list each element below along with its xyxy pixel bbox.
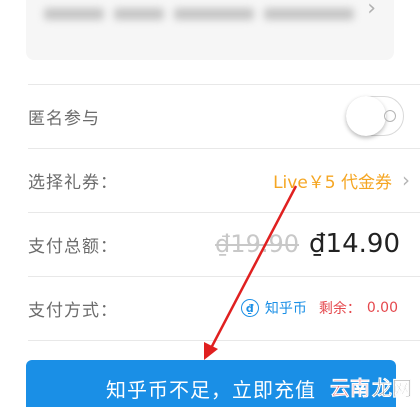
toggle-off-indicator bbox=[384, 110, 396, 122]
divider bbox=[28, 340, 420, 341]
price-group: ₫19.90 ₫14.90 bbox=[215, 229, 400, 259]
blurred-text bbox=[44, 4, 354, 24]
chevron-right-icon: › bbox=[367, 0, 376, 21]
total-label: 支付总额： bbox=[28, 236, 118, 257]
chevron-right-icon: › bbox=[402, 168, 410, 192]
coupon-label: 选择礼券： bbox=[28, 172, 118, 193]
balance-label: 剩余： bbox=[318, 301, 361, 317]
watermark-logo: 云南 龙网 bbox=[330, 372, 413, 401]
anonymous-label: 匿名参与 bbox=[28, 108, 100, 129]
total-row: 支付总额： ₫19.90 ₫14.90 bbox=[28, 212, 400, 276]
payment-row: 支付方式： ₫ 知乎币 剩余： 0.00 bbox=[28, 276, 398, 340]
coupon-row[interactable]: 选择礼券： Live￥5 代金券 › bbox=[28, 148, 410, 212]
watermark-part2: 龙网 bbox=[372, 376, 413, 401]
payment-label: 支付方式： bbox=[28, 300, 118, 321]
coupon-value: Live￥5 代金券 bbox=[273, 172, 392, 193]
anonymous-row: 匿名参与 bbox=[28, 84, 404, 148]
original-price: ₫19.90 bbox=[215, 230, 300, 258]
watermark-part1: 云南 bbox=[330, 376, 371, 401]
payment-method[interactable]: ₫ 知乎币 剩余： 0.00 bbox=[240, 298, 398, 318]
zhihu-coin-icon: ₫ bbox=[240, 299, 259, 317]
balance-value: 0.00 bbox=[366, 300, 398, 316]
payment-method-label: 知乎币 bbox=[264, 301, 307, 317]
anonymous-toggle[interactable] bbox=[346, 96, 404, 136]
recharge-button-label: 知乎币不足，立即充值 bbox=[106, 378, 316, 402]
toggle-knob bbox=[346, 96, 386, 136]
final-price: ₫14.90 bbox=[309, 229, 400, 259]
blurred-info-card: › bbox=[26, 0, 394, 60]
coupon-selector[interactable]: Live￥5 代金券 › bbox=[273, 168, 410, 193]
